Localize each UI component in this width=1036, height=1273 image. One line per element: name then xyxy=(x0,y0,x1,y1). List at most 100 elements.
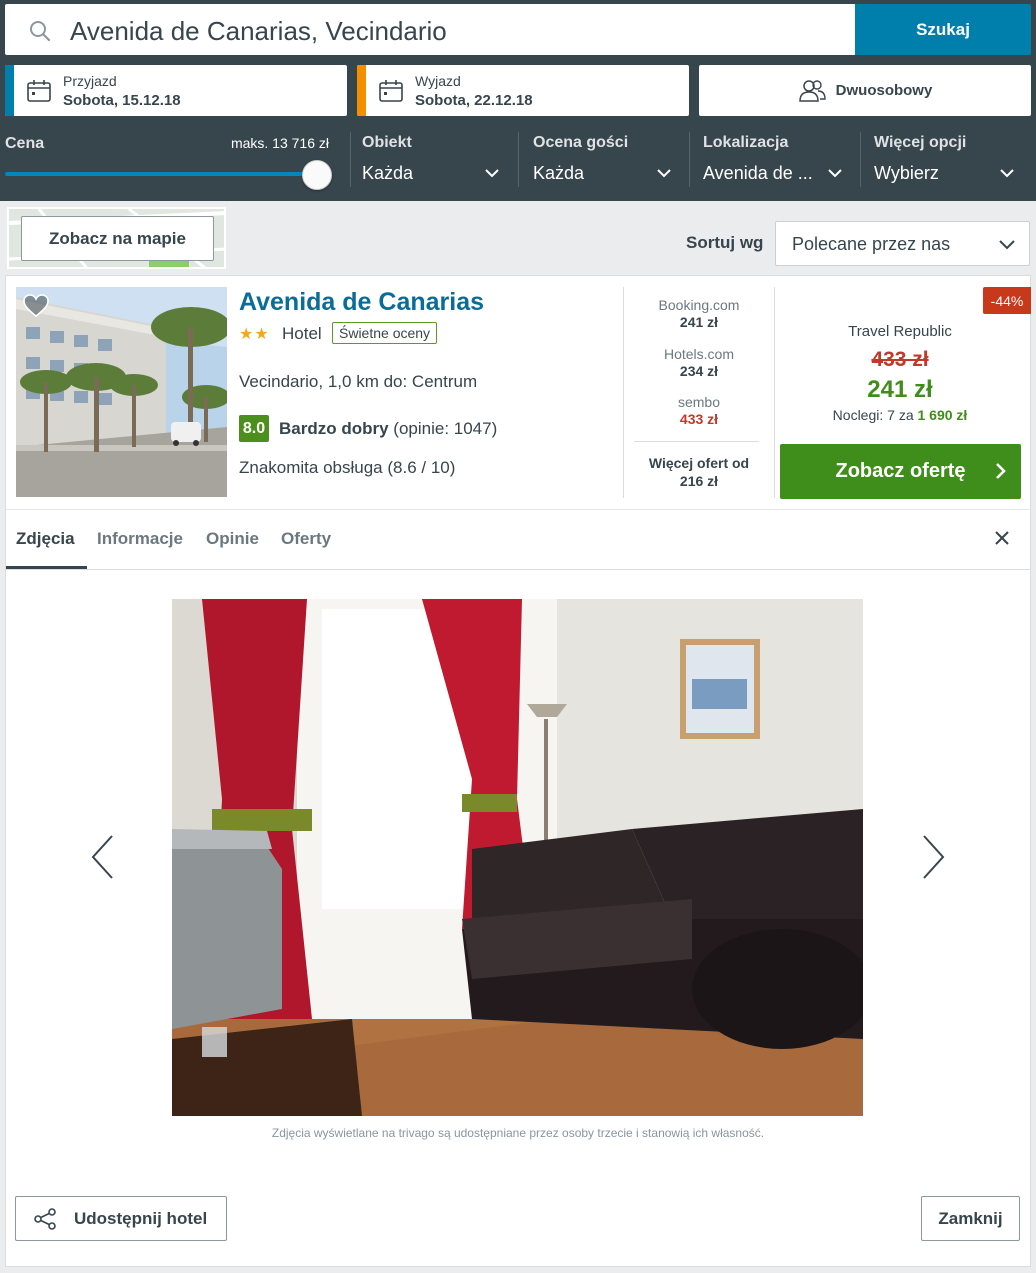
other-offer[interactable]: Hotels.com 234 zł xyxy=(624,346,774,379)
filter-divider xyxy=(518,132,519,187)
hotel-type: Hotel xyxy=(282,324,322,343)
other-offer[interactable]: Booking.com 241 zł xyxy=(624,297,774,330)
nights-total: 1 690 zł xyxy=(917,407,968,423)
hotel-card: Avenida de Canarias ★★ Hotel Świetne oce… xyxy=(5,275,1031,1267)
chevron-right-icon xyxy=(996,463,1006,479)
search-icon xyxy=(30,21,51,42)
filter-value: Każda xyxy=(362,163,414,183)
rating-word: Bardzo dobry xyxy=(279,419,389,438)
tab-offers[interactable]: Oferty xyxy=(281,529,331,549)
chevron-down-icon xyxy=(828,169,842,178)
price-filter-title: Cena xyxy=(5,135,45,152)
price-slider-handle[interactable] xyxy=(302,160,332,190)
hotel-name[interactable]: Avenida de Canarias xyxy=(239,288,484,317)
view-offer-button[interactable]: Zobacz ofertę xyxy=(780,444,1021,499)
offer-site: Hotels.com xyxy=(663,346,735,362)
checkin-accent xyxy=(5,65,14,116)
best-price: 241 zł xyxy=(867,376,933,403)
chevron-down-icon xyxy=(999,240,1015,250)
checkin-field[interactable]: Przyjazd Sobota, 15.12.18 xyxy=(5,65,347,116)
chevron-down-icon xyxy=(1000,169,1014,178)
share-hotel-label: Udostępnij hotel xyxy=(74,1208,208,1228)
chevron-down-icon xyxy=(485,169,499,178)
tabs-divider xyxy=(6,509,1030,510)
filter-guest-rating[interactable]: Ocena gości Każda xyxy=(533,134,679,186)
rating-summary[interactable]: Bardzo dobry (opinie: 1047) xyxy=(279,419,497,439)
offer-price: 234 zł xyxy=(679,363,719,379)
chevron-down-icon xyxy=(657,169,671,178)
photo-credit: Zdjęcia wyświetlane na trivago są udostę… xyxy=(271,1126,765,1140)
hotel-stars: ★★ xyxy=(239,326,270,343)
hotel-photo xyxy=(16,287,227,497)
checkin-value: Sobota, 15.12.18 xyxy=(63,92,181,109)
show-map-button[interactable]: Zobacz na mapie xyxy=(21,216,214,261)
room-type-label: Dwuosobowy xyxy=(835,82,933,99)
chevron-right-icon[interactable] xyxy=(920,834,946,880)
checkout-accent xyxy=(357,65,366,116)
calendar-icon xyxy=(27,80,51,102)
sort-label: Sortuj wg xyxy=(686,233,764,252)
filter-title: Ocena gości xyxy=(533,134,629,151)
price-filter-max: maks. 13 716 zł xyxy=(230,135,329,151)
share-icon xyxy=(34,1207,56,1230)
filter-title: Więcej opcji xyxy=(874,134,967,151)
more-offers-label: Więcej ofert od xyxy=(648,455,750,471)
checkin-label: Przyjazd xyxy=(63,73,117,89)
share-hotel-button[interactable]: Udostępnij hotel xyxy=(15,1196,227,1241)
sort-value: Polecane przez nas xyxy=(792,234,951,254)
offer-price: 241 zł xyxy=(679,314,719,330)
rating-reviews: (opinie: 1047) xyxy=(393,419,498,438)
search-input[interactable]: Avenida de Canarias, Vecindario xyxy=(5,4,855,55)
map-preview[interactable]: Zobacz na mapie xyxy=(7,207,226,269)
room-type-selector[interactable]: Dwuosobowy xyxy=(699,65,1031,116)
offer-site: Booking.com xyxy=(658,297,740,313)
column-divider xyxy=(774,287,775,498)
users-icon xyxy=(798,79,826,102)
calendar-icon xyxy=(379,80,403,102)
filter-property-type[interactable]: Obiekt Każda xyxy=(362,134,507,186)
total-stay-price: Noclegi: 7 za 1 690 zł xyxy=(780,407,1020,423)
chevron-left-icon[interactable] xyxy=(90,834,116,880)
checkout-field[interactable]: Wyjazd Sobota, 22.12.18 xyxy=(357,65,689,116)
close-icon[interactable] xyxy=(994,530,1010,546)
rating-score: 8.0 xyxy=(239,415,269,442)
filter-divider xyxy=(350,132,351,187)
price-filter: Cena maks. 13 716 zł xyxy=(5,134,332,194)
filter-value: Avenida de ... xyxy=(703,163,813,183)
discount-badge: -44% xyxy=(983,287,1031,314)
filter-divider xyxy=(860,132,861,187)
gallery-photo[interactable] xyxy=(172,599,863,1116)
nights-prefix: Noclegi: 7 za xyxy=(832,407,918,423)
heart-icon[interactable] xyxy=(23,294,49,318)
filter-title: Obiekt xyxy=(362,134,412,151)
search-button[interactable]: Szukaj xyxy=(855,4,1031,55)
other-offer[interactable]: sembo 433 zł xyxy=(624,394,774,427)
service-rating: Znakomita obsługa (8.6 / 10) xyxy=(239,458,456,477)
price-slider-track[interactable] xyxy=(5,172,317,176)
filter-value: Wybierz xyxy=(874,163,939,183)
filter-more-options[interactable]: Więcej opcji Wybierz xyxy=(874,134,1022,186)
sort-select[interactable]: Polecane przez nas xyxy=(775,221,1030,266)
offer-price: 433 zł xyxy=(679,411,719,427)
checkout-label: Wyjazd xyxy=(415,73,461,89)
offer-site: sembo xyxy=(677,394,721,410)
tab-photos[interactable]: Zdjęcia xyxy=(16,529,75,549)
checkout-value: Sobota, 22.12.18 xyxy=(415,92,533,109)
filter-divider xyxy=(689,132,690,187)
best-offer-site: Travel Republic xyxy=(848,323,952,340)
filter-title: Lokalizacja xyxy=(703,134,789,151)
filter-value: Każda xyxy=(533,163,585,183)
view-offer-label: Zobacz ofertę xyxy=(835,460,966,482)
room-photo xyxy=(172,599,863,1116)
filter-location[interactable]: Lokalizacja Avenida de ... xyxy=(703,134,850,186)
more-offers-price: 216 zł xyxy=(679,473,719,489)
hotel-thumbnail[interactable] xyxy=(16,287,227,497)
close-button[interactable]: Zamknij xyxy=(921,1196,1020,1241)
tab-reviews[interactable]: Opinie xyxy=(206,529,259,549)
tabs-divider xyxy=(6,569,1030,570)
rating-badge: Świetne oceny xyxy=(332,322,438,344)
tab-info[interactable]: Informacje xyxy=(97,529,183,549)
old-price: 433 zł xyxy=(871,348,929,371)
more-offers-link[interactable]: Więcej ofert od 216 zł xyxy=(624,454,774,490)
hotel-location[interactable]: Vecindario, 1,0 km do: Centrum xyxy=(239,372,477,392)
